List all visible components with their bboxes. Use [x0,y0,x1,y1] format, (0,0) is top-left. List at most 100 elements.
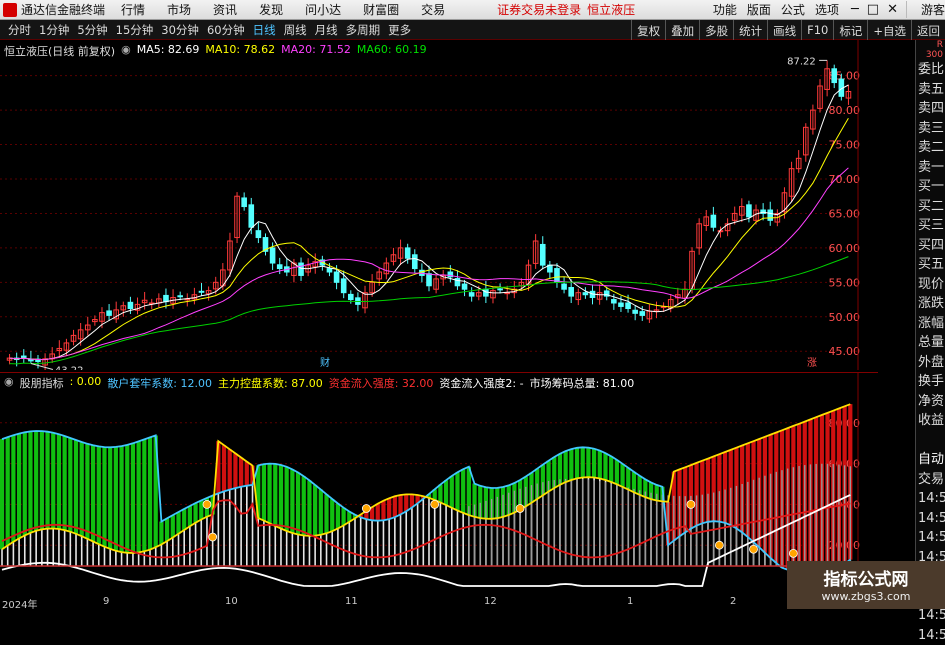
signal-marker-icon [687,500,695,508]
period-tab[interactable]: 分时 [8,22,31,38]
indicator-panel[interactable]: ◉ 股朋指标 : 0.00散户套牢系数: 12.00主力控盘系数: 87.00资… [0,372,878,597]
x-tick-label: 9 [103,596,109,607]
indicator-legend-item: 主力控盘系数: 87.00 [218,375,323,391]
watermark-title: 指标公式网 [787,561,945,590]
right-menu-item[interactable]: 功能 [713,1,737,18]
tool-button[interactable]: 复权 [631,20,665,40]
y-tick-label: 55.00 [829,276,861,289]
period-tab[interactable]: 60分钟 [207,22,245,38]
candle-down [619,303,624,306]
candle-down [555,269,560,283]
candle-down [277,265,282,269]
menu-item[interactable]: 发现 [259,3,283,17]
sidebar-item[interactable]: 交易 [916,470,945,490]
period-tab[interactable]: 1分钟 [39,22,69,38]
indicator-legend-item: 资金流入强度2: - [439,375,523,391]
right-menu-item[interactable]: 版面 [747,1,771,18]
sidebar-item[interactable]: 买三 [916,216,945,236]
sidebar-item[interactable]: 自动 [916,450,945,470]
period-tab[interactable]: 15分钟 [116,22,154,38]
y-tick-label: 50.00 [829,311,861,324]
sidebar-item[interactable]: 涨幅 [916,314,945,334]
candle-down [583,293,588,295]
sidebar-item[interactable]: 买一 [916,177,945,197]
candle-down [832,69,837,83]
kline-chart[interactable]: 恒立液压(日线 前复权) ◉ MA5: 82.69MA10: 78.62MA20… [0,40,878,370]
window-controls: ─ □ ✕ [851,2,898,17]
sidebar-item[interactable]: 14:56 [916,509,945,529]
sidebar-item[interactable]: 卖三 [916,119,945,139]
candle-down [256,231,261,238]
sidebar-item[interactable]: 14:56 [916,489,945,509]
candle-down [334,272,339,282]
y-tick-label: 65.00 [829,207,861,220]
candle-down [199,291,204,292]
indicator-legend-item: : 0.00 [70,375,102,391]
title-bar: 通达信金融终端 行情市场资讯发现问小达财富圈交易 证券交易未登录 恒立液压 功能… [0,0,945,20]
candle-down [327,269,332,272]
sidebar-item[interactable]: 现价 [916,275,945,295]
candle-down [21,356,26,357]
indicator-legend-item: 市场筹码总量: 81.00 [530,375,635,391]
period-tab[interactable]: 周线 [284,22,307,38]
right-menu-item[interactable]: 选项 [815,1,839,18]
sidebar-item[interactable]: 14:56 [916,528,945,548]
sidebar-item[interactable]: 买五 [916,255,945,275]
sidebar-item[interactable]: 外盘 [916,353,945,373]
menu-item[interactable]: 问小达 [305,3,341,17]
candle-down [768,210,773,220]
period-tab[interactable]: 更多 [388,22,411,38]
close-icon[interactable]: ✕ [887,2,898,17]
minimize-icon[interactable]: ─ [851,2,859,17]
period-tab[interactable]: 日线 [253,22,276,38]
sidebar-item[interactable]: 净资 [916,392,945,412]
candle-down [107,311,112,315]
guest-button[interactable]: 游客 [906,1,945,18]
tool-button[interactable]: 多股 [699,20,733,40]
tool-button[interactable]: F10 [801,20,833,40]
maximize-icon[interactable]: □ [867,2,879,17]
settings-icon[interactable]: ◉ [121,43,131,59]
tool-button[interactable]: 返回 [911,20,945,40]
sidebar-item[interactable]: 卖四 [916,99,945,119]
tool-button[interactable]: +自选 [867,20,911,40]
ma-legend-item: MA20: 71.52 [281,43,351,59]
candle-down [633,310,638,313]
menu-item[interactable]: 财富圈 [363,3,399,17]
login-warning[interactable]: 证券交易未登录 [497,1,581,18]
sidebar-item[interactable]: 总量 [916,333,945,353]
sidebar-item[interactable]: 换手 [916,372,945,392]
sidebar-item[interactable]: 买四 [916,236,945,256]
menu-item[interactable]: 行情 [121,3,145,17]
period-tab[interactable]: 月线 [315,22,338,38]
ma-legend-item: MA5: 82.69 [137,43,200,59]
signal-marker-icon [516,504,524,512]
sidebar-item[interactable]: 收益 [916,411,945,431]
y-tick-label: 70.00 [829,173,861,186]
period-tab[interactable]: 多周期 [346,22,381,38]
menu-item[interactable]: 资讯 [213,3,237,17]
settings-icon[interactable]: ◉ [4,375,14,391]
sidebar-item[interactable]: 买二 [916,197,945,217]
sidebar-item[interactable]: 卖五 [916,80,945,100]
sidebar-item[interactable]: 委比 [916,60,945,80]
tool-button[interactable]: 统计 [733,20,767,40]
sidebar-item[interactable]: 14:56 [916,626,945,645]
sidebar-item[interactable] [916,431,945,451]
tool-button[interactable]: 画线 [767,20,801,40]
candle-down [164,295,169,301]
sidebar-item[interactable]: 涨跌 [916,294,945,314]
tool-button[interactable]: 叠加 [665,20,699,40]
menu-item[interactable]: 交易 [421,3,445,17]
kline-svg: 85.0080.0075.0070.0065.0060.0055.0050.00… [0,40,878,370]
menu-item[interactable]: 市场 [167,3,191,17]
tool-button[interactable]: 标记 [833,20,867,40]
sidebar-item[interactable]: 卖一 [916,158,945,178]
right-menu-item[interactable]: 公式 [781,1,805,18]
period-tab[interactable]: 5分钟 [77,22,107,38]
sidebar-item[interactable]: 卖二 [916,138,945,158]
period-tab[interactable]: 30分钟 [161,22,199,38]
indicator-values: : 0.00散户套牢系数: 12.00主力控盘系数: 87.00资金流入强度: … [70,375,635,391]
news-marker: 财 [320,356,330,369]
y-tick-label: 80.00 [829,104,861,117]
